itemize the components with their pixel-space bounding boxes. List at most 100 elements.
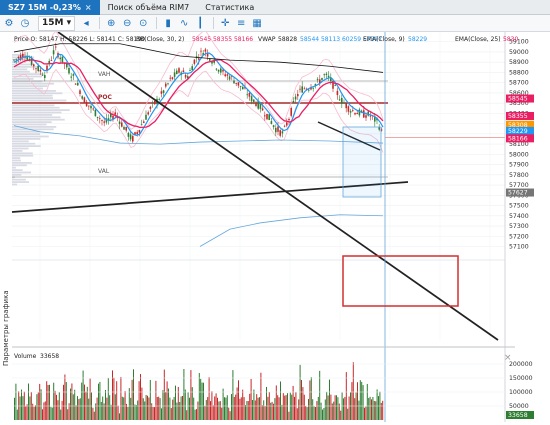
volume-bar bbox=[299, 364, 301, 420]
volume-bar bbox=[260, 372, 262, 420]
volume-bar bbox=[107, 377, 109, 420]
volume-legend-value: 33658 bbox=[40, 353, 59, 360]
volume-bar bbox=[40, 389, 42, 420]
volume-bar bbox=[382, 400, 384, 420]
candle-body bbox=[200, 50, 202, 52]
ema9-legend-value: 58229 bbox=[408, 36, 427, 43]
candle-body bbox=[275, 127, 277, 133]
tab-bar: SZ7 15M -0,23% × Поиск объёма RIM7 Статис… bbox=[0, 0, 550, 15]
volume-bar bbox=[147, 395, 148, 420]
volume-bar bbox=[354, 398, 356, 420]
volume-bar bbox=[162, 390, 164, 420]
crosshair-icon[interactable]: ✛ bbox=[218, 16, 232, 31]
candle-body bbox=[283, 125, 286, 127]
volume-bar bbox=[225, 397, 227, 420]
volume-bar bbox=[22, 396, 24, 420]
candle-body bbox=[189, 70, 191, 72]
close-icon[interactable]: × bbox=[85, 3, 92, 12]
volume-bar bbox=[231, 394, 232, 420]
zoom-fit-icon[interactable]: ⊙ bbox=[136, 16, 150, 31]
volume-bar bbox=[218, 401, 220, 420]
volume-bar bbox=[347, 408, 349, 420]
volume-bar bbox=[205, 399, 207, 420]
volume-bar bbox=[183, 369, 185, 420]
volume-bar bbox=[128, 388, 130, 420]
volume-bar bbox=[56, 394, 57, 420]
tab-statistics[interactable]: Статистика bbox=[197, 0, 262, 15]
candle-body bbox=[270, 121, 273, 124]
volume-bar bbox=[88, 398, 90, 420]
bb-legend-values: 58545 58355 58166 bbox=[192, 36, 253, 43]
tab-sz7[interactable]: SZ7 15M -0,23% × bbox=[0, 0, 100, 15]
volume-bar bbox=[281, 404, 283, 420]
volume-bar bbox=[306, 407, 308, 420]
price-tick-label: 57800 bbox=[509, 172, 529, 179]
volume-bar bbox=[176, 402, 178, 420]
candle-body bbox=[160, 91, 163, 94]
profile-bar bbox=[12, 133, 41, 135]
volume-bar bbox=[74, 389, 76, 420]
timeframe-label: 15M bbox=[42, 18, 64, 28]
volume-bar bbox=[238, 380, 239, 420]
volume-bar bbox=[93, 411, 95, 420]
candle-body bbox=[118, 121, 121, 125]
candle-body bbox=[184, 74, 187, 78]
volume-bar bbox=[154, 407, 155, 420]
candle-body bbox=[13, 59, 15, 61]
volume-bar bbox=[71, 383, 73, 420]
candle-body bbox=[127, 132, 130, 137]
profile-bar bbox=[12, 150, 23, 152]
candles-icon[interactable]: ┃ bbox=[193, 16, 207, 31]
line-chart-icon[interactable]: ∿ bbox=[177, 16, 191, 31]
volume-bar bbox=[219, 401, 221, 420]
volume-legend-label: Volume bbox=[14, 353, 37, 360]
arrow-icon[interactable]: ◂ bbox=[79, 16, 93, 31]
fib-icon[interactable]: ≡ bbox=[234, 16, 248, 31]
volume-bar bbox=[357, 382, 358, 420]
profile-bar bbox=[12, 106, 60, 109]
volume-bar bbox=[243, 397, 245, 420]
profile-bar bbox=[12, 90, 57, 92]
candle-body bbox=[77, 82, 79, 86]
volume-bar bbox=[287, 393, 288, 420]
profile-bar bbox=[12, 145, 41, 147]
close-icon[interactable]: × bbox=[504, 353, 512, 363]
timeframe-dropdown[interactable]: 15M ▾ bbox=[38, 15, 76, 31]
candle-body bbox=[266, 113, 268, 120]
candle-body bbox=[220, 68, 222, 73]
candle-body bbox=[92, 108, 94, 110]
volume-bar bbox=[180, 396, 182, 420]
volume-bar bbox=[65, 382, 67, 420]
volume-bar bbox=[142, 398, 144, 420]
volume-bar bbox=[138, 381, 140, 420]
volume-bar bbox=[110, 404, 112, 420]
profile-bar bbox=[12, 99, 67, 102]
volume-bar bbox=[79, 398, 81, 420]
candle-body bbox=[182, 70, 185, 73]
zoom-in-icon[interactable]: ⊕ bbox=[104, 16, 118, 31]
zoom-out-icon[interactable]: ⊖ bbox=[120, 16, 134, 31]
profile-bar bbox=[12, 97, 54, 99]
volume-bar bbox=[226, 395, 228, 420]
candle-body bbox=[143, 121, 145, 123]
volume-bar bbox=[116, 381, 118, 420]
volume-bar bbox=[149, 379, 151, 420]
volume-bar bbox=[280, 381, 281, 420]
candle-body bbox=[158, 99, 160, 100]
profile-bar bbox=[12, 109, 70, 111]
calendar-icon[interactable]: ▦ bbox=[250, 16, 264, 31]
profile-bar bbox=[12, 78, 34, 80]
candle-body bbox=[264, 115, 266, 117]
bar-chart-icon[interactable]: ▮ bbox=[161, 16, 175, 31]
chart-settings-label[interactable]: Параметры графика bbox=[2, 266, 10, 366]
candle-body bbox=[323, 74, 325, 76]
volume-bar bbox=[194, 409, 196, 420]
candle-body bbox=[72, 74, 75, 76]
divider bbox=[213, 17, 215, 29]
price-chart[interactable]: 5910059000589005880058700586005850058400… bbox=[0, 32, 550, 425]
volume-bar bbox=[26, 404, 28, 420]
candle-body bbox=[272, 125, 275, 128]
settings-icon[interactable]: ⚙ bbox=[2, 16, 16, 31]
tab-volume-search[interactable]: Поиск объёма RIM7 bbox=[100, 0, 198, 15]
clock-icon[interactable]: ◷ bbox=[18, 16, 32, 31]
